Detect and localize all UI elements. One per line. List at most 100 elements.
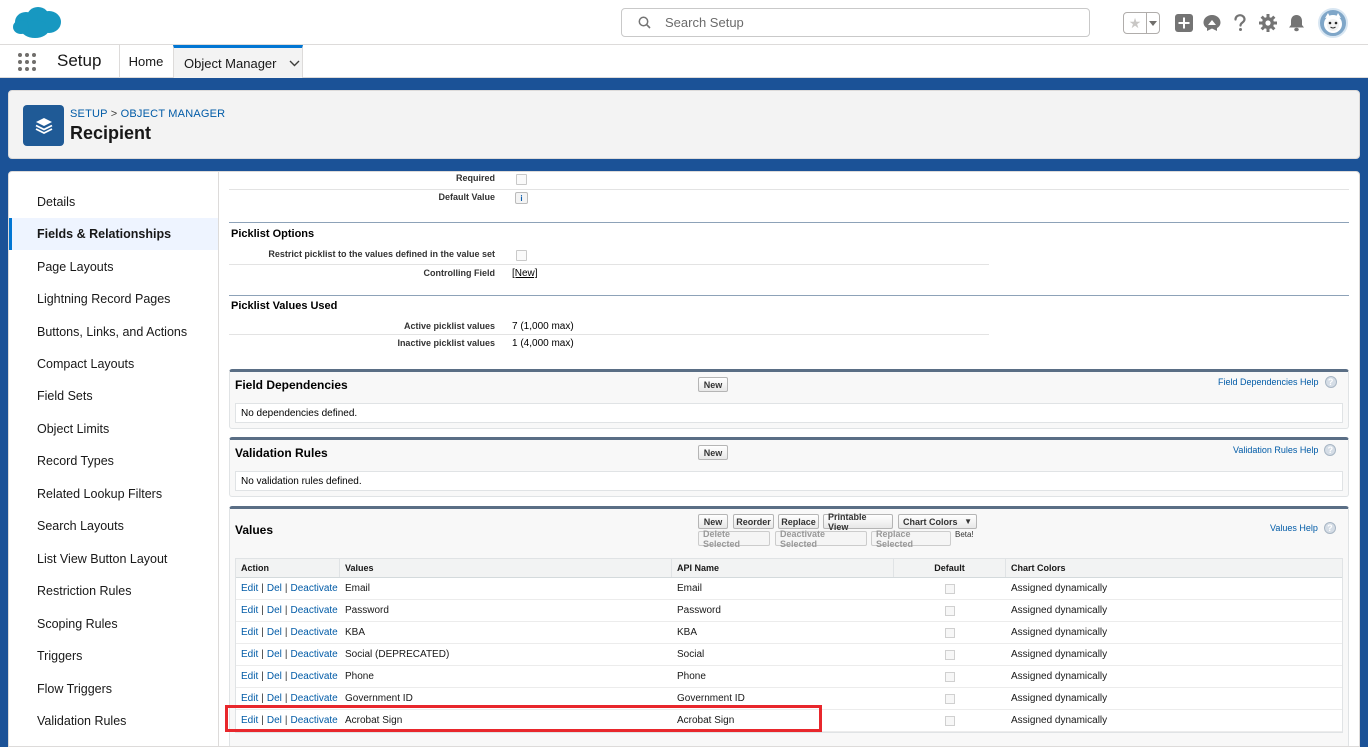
info-icon[interactable]: i [515,192,528,204]
column-header-values: Values [340,559,672,577]
field-dependencies-help-link[interactable]: Field Dependencies Help [1218,377,1319,387]
chevron-down-icon[interactable] [1146,13,1159,33]
row-api-name: KBA [677,627,698,638]
values-replace-button[interactable]: Replace [778,514,819,529]
edit-link[interactable]: Edit [241,671,258,682]
link-separator: | [284,671,288,682]
sidebar-item-validation-rules[interactable]: Validation Rules [9,705,218,737]
sidebar-item-compact-layouts[interactable]: Compact Layouts [9,348,218,380]
favorites-star-icon[interactable]: ★ [1124,13,1146,33]
breadcrumb-setup[interactable]: SETUP [70,108,107,120]
chart-colors-label: Chart Colors [903,516,958,527]
del-link[interactable]: Del [267,627,282,638]
link-separator: | [261,583,264,594]
required-checkbox [516,174,527,185]
del-link[interactable]: Del [267,671,282,682]
del-link[interactable]: Del [267,649,282,660]
sidebar-item-list-view-button-layout[interactable]: List View Button Layout [9,543,218,575]
divider [229,264,989,265]
deactivate-link[interactable]: Deactivate [290,605,337,616]
inactive-picklist-values-label: Inactive picklist values [397,338,495,348]
search-input[interactable] [665,15,1045,30]
sidebar-item-buttons-links-actions[interactable]: Buttons, Links, and Actions [9,316,218,348]
link-separator: | [284,605,288,616]
values-new-button[interactable]: New [698,514,728,529]
deactivate-link[interactable]: Deactivate [290,671,337,682]
sidebar-item-details[interactable]: Details [9,186,218,218]
sidebar-item-field-sets[interactable]: Field Sets [9,380,218,412]
tab-home[interactable]: Home [120,45,172,78]
link-separator: | [261,649,264,660]
deactivate-link[interactable]: Deactivate [290,649,337,660]
sidebar-item-lightning-record-pages[interactable]: Lightning Record Pages [9,283,218,315]
sidebar-item-search-layouts[interactable]: Search Layouts [9,510,218,542]
deactivate-link[interactable]: Deactivate [290,693,337,704]
deactivate-selected-button[interactable]: Deactivate Selected [775,529,867,549]
help-icon[interactable]: ? [1324,376,1337,388]
deactivate-link[interactable]: Deactivate [290,583,337,594]
row-actions: Edit | Del | Deactivate [236,578,340,599]
edit-link[interactable]: Edit [241,627,258,638]
replace-selected-button[interactable]: Replace Selected [871,529,951,549]
row-default [894,688,1006,709]
values-help[interactable]: Values Help ? [1270,522,1336,534]
chevron-down-icon[interactable] [289,60,300,67]
sidebar-item-scoping-rules[interactable]: Scoping Rules [9,608,218,640]
sidebar-item-restriction-rules[interactable]: Restriction Rules [9,575,218,607]
header-utility-bar: ★ [1123,8,1348,38]
validation-rules-title: Validation Rules [235,446,328,460]
validation-rules-block: Validation Rules New Validation Rules He… [229,437,1349,497]
breadcrumb-object-manager[interactable]: OBJECT MANAGER [121,108,226,120]
chart-colors-button[interactable]: Chart Colors ▼ [898,514,977,529]
controlling-field-label: Controlling Field [423,268,496,278]
sidebar-item-triggers[interactable]: Triggers [9,640,218,672]
sidebar-item-object-limits[interactable]: Object Limits [9,413,218,445]
del-link[interactable]: Del [267,605,282,616]
printable-view-button[interactable]: Printable View [823,512,893,532]
sidebar-item-flow-triggers[interactable]: Flow Triggers [9,673,218,705]
tab-object-manager[interactable]: Object Manager [173,45,303,78]
default-checkbox [945,671,955,682]
salesforce-cloud-logo[interactable] [11,5,63,41]
sidebar-item-related-lookup-filters[interactable]: Related Lookup Filters [9,478,218,510]
help-icon[interactable] [1226,9,1254,37]
table-row: Edit | Del | Deactivate KBA KBA Assigned dynami… [236,622,1342,644]
controlling-field-new-link[interactable]: [New] [512,268,538,279]
edit-link[interactable]: Edit [241,605,258,616]
validation-rules-help-link[interactable]: Validation Rules Help [1233,445,1318,455]
avatar[interactable] [1318,8,1348,38]
values-reorder-button[interactable]: Reorder [733,514,774,529]
values-help-link[interactable]: Values Help [1270,523,1318,533]
help-icon[interactable]: ? [1323,522,1336,534]
del-link[interactable]: Del [267,583,282,594]
trailhead-icon[interactable] [1198,9,1226,37]
field-dependencies-empty: No dependencies defined. [235,403,1343,423]
row-default [894,600,1006,621]
favorites-control[interactable]: ★ [1123,12,1160,34]
help-icon[interactable]: ? [1324,444,1337,456]
sidebar-item-record-types[interactable]: Record Types [9,445,218,477]
field-dependencies-new-button[interactable]: New [698,377,728,392]
gear-icon[interactable] [1254,9,1282,37]
sidebar-item-page-layouts[interactable]: Page Layouts [9,251,218,283]
validation-rules-new-button[interactable]: New [698,445,728,460]
del-link[interactable]: Del [267,693,282,704]
app-launcher-icon[interactable] [18,53,36,71]
sidebar-item-fields-relationships[interactable]: Fields & Relationships [9,218,218,250]
add-icon[interactable] [1170,9,1198,37]
default-value-label: Default Value [438,192,495,202]
validation-rules-help[interactable]: Validation Rules Help ? [1233,444,1337,456]
default-checkbox [945,693,955,704]
edit-link[interactable]: Edit [241,583,258,594]
row-chart-color: Assigned dynamically [1011,671,1108,682]
breadcrumb: SETUP > OBJECT MANAGER [70,108,225,120]
edit-link[interactable]: Edit [241,693,258,704]
edit-link[interactable]: Edit [241,649,258,660]
bell-icon[interactable] [1282,9,1310,37]
required-label: Required [455,173,495,183]
field-dependencies-help[interactable]: Field Dependencies Help ? [1218,376,1337,388]
search-box[interactable] [621,8,1090,37]
deactivate-link[interactable]: Deactivate [290,627,337,638]
main-panel: Details Fields & Relationships Page Layo… [8,171,1360,747]
delete-selected-button[interactable]: Delete Selected [698,529,770,549]
